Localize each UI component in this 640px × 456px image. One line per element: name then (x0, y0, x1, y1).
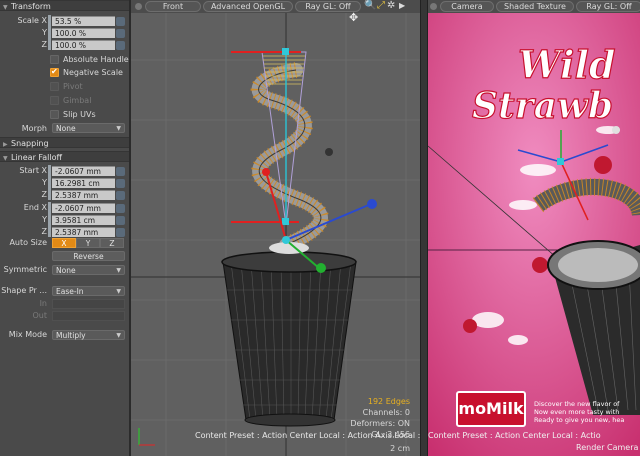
gimbal-checkbox[interactable] (50, 96, 59, 105)
camera-viewport[interactable]: Wild Strawb Camera Shaded Texture Ray GL… (428, 0, 640, 456)
auto-size-label: Auto Size (9, 238, 47, 247)
absolute-handle-checkbox[interactable] (50, 55, 59, 64)
scale-z-label: Z (41, 40, 47, 49)
slip-uvs-label: Slip UVs (63, 110, 96, 119)
end-z-field[interactable]: 2.5387 mm (52, 227, 115, 237)
scale-x-link-icon[interactable] (116, 17, 125, 26)
viewport-divider[interactable] (420, 0, 428, 456)
cup-mesh[interactable] (221, 251, 357, 427)
poster-copy-line-2: Now even more tasty with (534, 408, 620, 416)
camera-viewport-menu-icon[interactable] (430, 3, 437, 10)
deformers-status: Deformers: ON (350, 419, 410, 428)
mix-mode-dropdown[interactable]: Multiply (52, 330, 125, 341)
out-label: Out (32, 311, 47, 320)
start-y-label: Y (42, 178, 47, 187)
poster-copy-line-3: Ready to give you new, hea (534, 416, 625, 424)
gimbal-label: Gimbal (63, 96, 92, 105)
scale-x-field[interactable]: 53.5 % (52, 16, 115, 26)
momilk-logo: moMilk (456, 391, 526, 427)
in-label: In (39, 299, 47, 308)
auto-size-z-button[interactable]: Z (100, 238, 124, 248)
end-z-label: Z (41, 227, 47, 236)
search-icon[interactable]: 🔍 (364, 1, 376, 11)
render-camera-label: Render Camera (576, 443, 639, 452)
start-z-label: Z (41, 190, 47, 199)
scale-x-label: Scale X (17, 16, 47, 25)
morph-label: Morph (21, 124, 47, 133)
front-viewport[interactable]: Front Advanced OpenGL Ray GL: Off 🔍 ⤢ ✲ … (131, 0, 420, 456)
svg-text:Wild: Wild (518, 42, 615, 87)
tab-ray-gl-camera[interactable]: Ray GL: Off (576, 1, 640, 12)
reverse-button[interactable]: Reverse (52, 251, 125, 261)
channels-count: Channels: 0 (362, 408, 410, 417)
scale-z-link-icon[interactable] (116, 41, 125, 50)
start-x-link-icon[interactable] (116, 167, 125, 176)
fit-view-icon[interactable]: ⤢ (377, 1, 385, 11)
pivot-checkbox[interactable] (50, 82, 59, 91)
end-x-link-icon[interactable] (116, 204, 125, 213)
symmetric-dropdown[interactable]: None (52, 265, 125, 276)
scale-y-label: Y (42, 28, 47, 37)
scale-y-field[interactable]: 100.0 % (52, 28, 115, 38)
start-z-link-icon[interactable] (116, 191, 125, 200)
pivot-label: Pivot (63, 82, 83, 91)
slip-uvs-checkbox[interactable] (50, 110, 59, 119)
absolute-handle-label: Absolute Handle (63, 55, 129, 64)
negative-scale-checkbox[interactable] (50, 67, 59, 77)
start-x-label: Start X (19, 166, 47, 175)
camera-viewport-canvas[interactable]: Wild Strawb (428, 0, 640, 456)
tab-shaded-texture[interactable]: Shaded Texture (496, 1, 574, 12)
scale-y-link-icon[interactable] (116, 29, 125, 38)
shape-preset-label: Shape Pr ... (1, 286, 47, 295)
mix-mode-label: Mix Mode (8, 330, 47, 339)
start-link-bar[interactable] (48, 165, 51, 200)
linear-falloff-section-header[interactable]: ▼ Linear Falloff (0, 151, 129, 162)
morph-dropdown[interactable]: None (52, 123, 125, 134)
grid-scale: 2 cm (390, 444, 410, 453)
negative-scale-label: Negative Scale (63, 68, 123, 77)
transform-section-header[interactable]: ▼ Transform (0, 0, 129, 11)
symmetric-label: Symmetric (3, 265, 47, 274)
svg-text:Strawb: Strawb (472, 85, 613, 127)
snapping-section-header[interactable]: ▶ Snapping (0, 137, 129, 148)
tab-camera[interactable]: Camera (440, 1, 494, 12)
end-link-bar[interactable] (48, 202, 51, 237)
end-y-link-icon[interactable] (116, 216, 125, 225)
gear-icon[interactable]: ✲ (387, 1, 395, 11)
collapse-triangle-icon: ▼ (3, 4, 8, 11)
edge-count: 192 Edges (367, 397, 410, 406)
out-field[interactable] (52, 311, 125, 321)
camera-status-bar: Content Preset : Action Center Local : A… (428, 431, 601, 440)
status-bar: Content Preset : Action Center Local : A… (195, 431, 420, 440)
start-y-field[interactable]: 16.2981 cm (52, 178, 115, 188)
end-z-link-icon[interactable] (116, 228, 125, 237)
tab-front[interactable]: Front (145, 1, 201, 12)
auto-size-y-button[interactable]: Y (76, 238, 100, 248)
properties-panel: ▼ Transform Scale X 53.5 % Y 100.0 % Z 10… (0, 0, 129, 456)
auto-size-x-button[interactable]: X (52, 238, 76, 248)
expand-arrow-icon[interactable]: ▶ (399, 1, 405, 11)
front-viewport-canvas[interactable] (131, 0, 420, 456)
tab-advanced-opengl[interactable]: Advanced OpenGL (203, 1, 293, 12)
poster-copy-line-1: Discover the new flavor of (534, 400, 620, 408)
end-x-label: End X (23, 203, 47, 212)
move-view-icon[interactable]: ✥ (349, 12, 358, 23)
start-z-field[interactable]: 2.5387 mm (52, 190, 115, 200)
scale-z-field[interactable]: 100.0 % (52, 40, 115, 50)
expand-triangle-icon: ▶ (3, 141, 8, 148)
in-field[interactable] (52, 299, 125, 309)
end-x-field[interactable]: -2.0607 mm (52, 203, 115, 213)
start-x-field[interactable]: -2.0607 mm (52, 166, 115, 176)
end-y-field[interactable]: 3.9581 cm (52, 215, 115, 225)
viewport-menu-icon[interactable] (135, 3, 142, 10)
shape-preset-dropdown[interactable]: Ease-In (52, 286, 125, 297)
start-y-link-icon[interactable] (116, 179, 125, 188)
end-y-label: Y (42, 215, 47, 224)
collapse-triangle-icon: ▼ (3, 155, 8, 162)
axis-gizmo-icon (138, 428, 155, 446)
scale-link-bar[interactable] (48, 15, 51, 50)
